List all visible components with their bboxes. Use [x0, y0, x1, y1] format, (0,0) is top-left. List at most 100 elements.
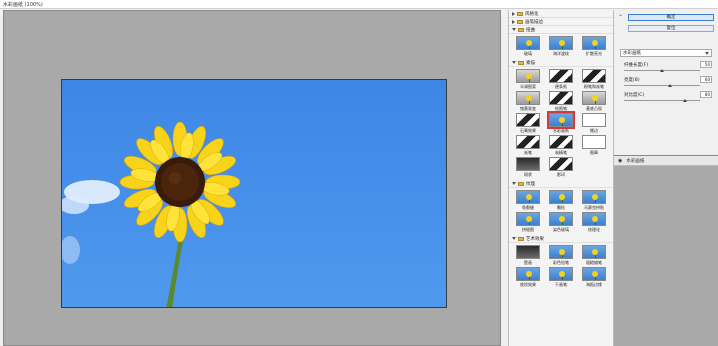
filter-thumbnail[interactable]: 玻璃 — [513, 36, 543, 57]
category-header[interactable]: 纹理 — [509, 180, 613, 188]
thumbnail-image — [516, 69, 540, 83]
ok-button[interactable]: 确定 — [628, 14, 714, 21]
filter-thumbnail[interactable]: 网状 — [513, 157, 543, 178]
filter-thumbnail[interactable]: 炭精笔 — [546, 135, 576, 156]
category-header[interactable]: 扭曲 — [509, 26, 613, 34]
parameter-slider[interactable]: 亮度(B) 60 — [624, 76, 714, 91]
filter-thumbnail[interactable]: 海洋波纹 — [546, 36, 576, 57]
parameter-slider[interactable]: 纤维长度(F) 50 — [624, 61, 714, 76]
thumbnail-image — [549, 267, 573, 281]
filter-thumbnail[interactable]: 拼缀图 — [513, 212, 543, 233]
thumbnail-image — [582, 267, 606, 281]
filter-gallery[interactable]: 风格化 画笔描边 扭曲玻璃 海洋波纹 扩散亮光素描半调图案 便条纸 粉笔和炭笔铬黄渐变 绘… — [508, 10, 614, 346]
filter-name: 基底凸现 — [586, 106, 602, 111]
effect-layer-name: 水彩画纸 — [626, 158, 645, 164]
category-header[interactable]: 素描 — [509, 59, 613, 67]
filter-thumbnail[interactable]: 铬黄渐变 — [513, 91, 543, 112]
stem-glyph — [561, 200, 563, 203]
filter-name: 半调图案 — [520, 84, 536, 89]
thumbnail-image — [549, 91, 573, 105]
folder-icon — [518, 27, 524, 32]
filter-thumbnail[interactable]: 马赛克拼贴 — [579, 190, 609, 211]
filter-thumbnail-grid: 壁画 彩色铅笔 粗糙蜡笔底纹效果 干画笔 海报边缘 — [509, 243, 613, 290]
filter-name: 扩散亮光 — [586, 51, 602, 56]
filter-thumbnail[interactable]: 颗粒 — [546, 190, 576, 211]
folder-icon — [517, 11, 523, 16]
filter-thumbnail[interactable]: 扩散亮光 — [579, 36, 609, 57]
filter-thumbnail[interactable]: 纹理化 — [579, 212, 609, 233]
filter-thumbnail[interactable]: 半调图案 — [513, 69, 543, 90]
thumbnail-image — [516, 91, 540, 105]
filter-thumbnail[interactable]: 便条纸 — [546, 69, 576, 90]
parameter-value-input[interactable]: 60 — [700, 76, 712, 83]
expand-arrow-icon — [512, 11, 515, 16]
filter-thumbnail[interactable]: 基底凸现 — [579, 91, 609, 112]
filter-name: 拼缀图 — [522, 227, 534, 232]
parameter-label: 对比度(C) — [624, 93, 645, 98]
reset-button[interactable]: 复位 — [628, 25, 714, 32]
collapse-panel-icon[interactable]: ⌃ — [618, 14, 623, 21]
effect-layer-row[interactable]: ◉ 水彩画纸 — [614, 156, 718, 166]
slider-handle[interactable] — [660, 69, 664, 72]
thumbnail-image — [582, 113, 606, 127]
collapse-arrow-icon — [512, 28, 516, 31]
preview-area[interactable] — [3, 10, 501, 346]
stem-glyph — [528, 79, 530, 82]
parameter-label: 纤维长度(F) — [624, 63, 649, 68]
filter-thumbnail[interactable]: 龟裂缝 — [513, 190, 543, 211]
filter-thumbnail[interactable]: 壁画 — [513, 245, 543, 266]
filter-name: 底纹效果 — [520, 282, 536, 287]
category-stylize[interactable]: 风格化 — [509, 10, 613, 18]
filter-name: 炭笔 — [524, 150, 532, 155]
thumbnail-image — [516, 190, 540, 204]
thumbnail-image — [582, 245, 606, 259]
parameter-value-input[interactable]: 80 — [700, 91, 712, 98]
thumbnail-image — [516, 36, 540, 50]
slider-handle[interactable] — [683, 99, 687, 102]
collapse-arrow-icon — [512, 182, 516, 185]
filter-name: 彩色铅笔 — [553, 260, 569, 265]
thumbnail-image — [582, 36, 606, 50]
filter-thumbnail[interactable]: 底纹效果 — [513, 267, 543, 288]
filter-thumbnail[interactable]: 影印 — [546, 157, 576, 178]
filter-name: 水彩画纸 — [553, 128, 569, 133]
category-header[interactable]: 艺术效果 — [509, 235, 613, 243]
filter-thumbnail[interactable]: 石膏效果 — [513, 113, 543, 134]
thumbnail-image — [516, 113, 540, 127]
filter-thumbnail[interactable]: 彩色铅笔 — [546, 245, 576, 266]
thumbnail-image — [516, 135, 540, 149]
filter-name: 龟裂缝 — [522, 205, 534, 210]
filter-name: 马赛克拼贴 — [584, 205, 604, 210]
category-label: 画笔描边 — [525, 19, 543, 25]
eye-icon[interactable]: ◉ — [618, 158, 622, 164]
thumbnail-image — [516, 157, 540, 171]
filter-thumbnail-grid: 玻璃 海洋波纹 扩散亮光 — [509, 34, 613, 59]
window-titlebar: 水彩画纸 (100%) — [0, 0, 718, 9]
filter-thumbnail[interactable]: 干画笔 — [546, 267, 576, 288]
thumbnail-image — [549, 212, 573, 226]
parameter-value-input[interactable]: 50 — [700, 61, 712, 68]
thumbnail-image — [582, 135, 606, 149]
filter-select[interactable]: 水彩画纸 — [620, 49, 712, 57]
filter-thumbnail[interactable]: 海报边缘 — [579, 267, 609, 288]
slider-track[interactable] — [624, 85, 700, 86]
filter-thumbnail[interactable]: 染色玻璃 — [546, 212, 576, 233]
parameter-slider[interactable]: 对比度(C) 80 — [624, 91, 714, 106]
filter-name: 绘图笔 — [555, 106, 567, 111]
category-brush-strokes[interactable]: 画笔描边 — [509, 18, 613, 26]
filter-thumbnail[interactable]: 绘图笔 — [546, 91, 576, 112]
slider-handle[interactable] — [668, 84, 672, 87]
filter-name: 影印 — [557, 172, 565, 177]
thumbnail-image — [549, 245, 573, 259]
slider-track[interactable] — [624, 100, 700, 101]
thumbnail-image — [516, 212, 540, 226]
filter-thumbnail[interactable]: 粉笔和炭笔 — [579, 69, 609, 90]
filter-thumbnail[interactable]: 粗糙蜡笔 — [579, 245, 609, 266]
stem-glyph — [561, 46, 563, 49]
filter-thumbnail[interactable]: 水彩画纸 — [546, 111, 576, 134]
category-label: 素描 — [526, 60, 535, 66]
filter-thumbnail[interactable]: 撕边 — [579, 113, 609, 134]
filter-thumbnail[interactable]: 图章 — [579, 135, 609, 156]
filter-thumbnail-grid: 龟裂缝 颗粒 马赛克拼贴拼缀图 染色玻璃 纹理化 — [509, 188, 613, 235]
filter-thumbnail[interactable]: 炭笔 — [513, 135, 543, 156]
